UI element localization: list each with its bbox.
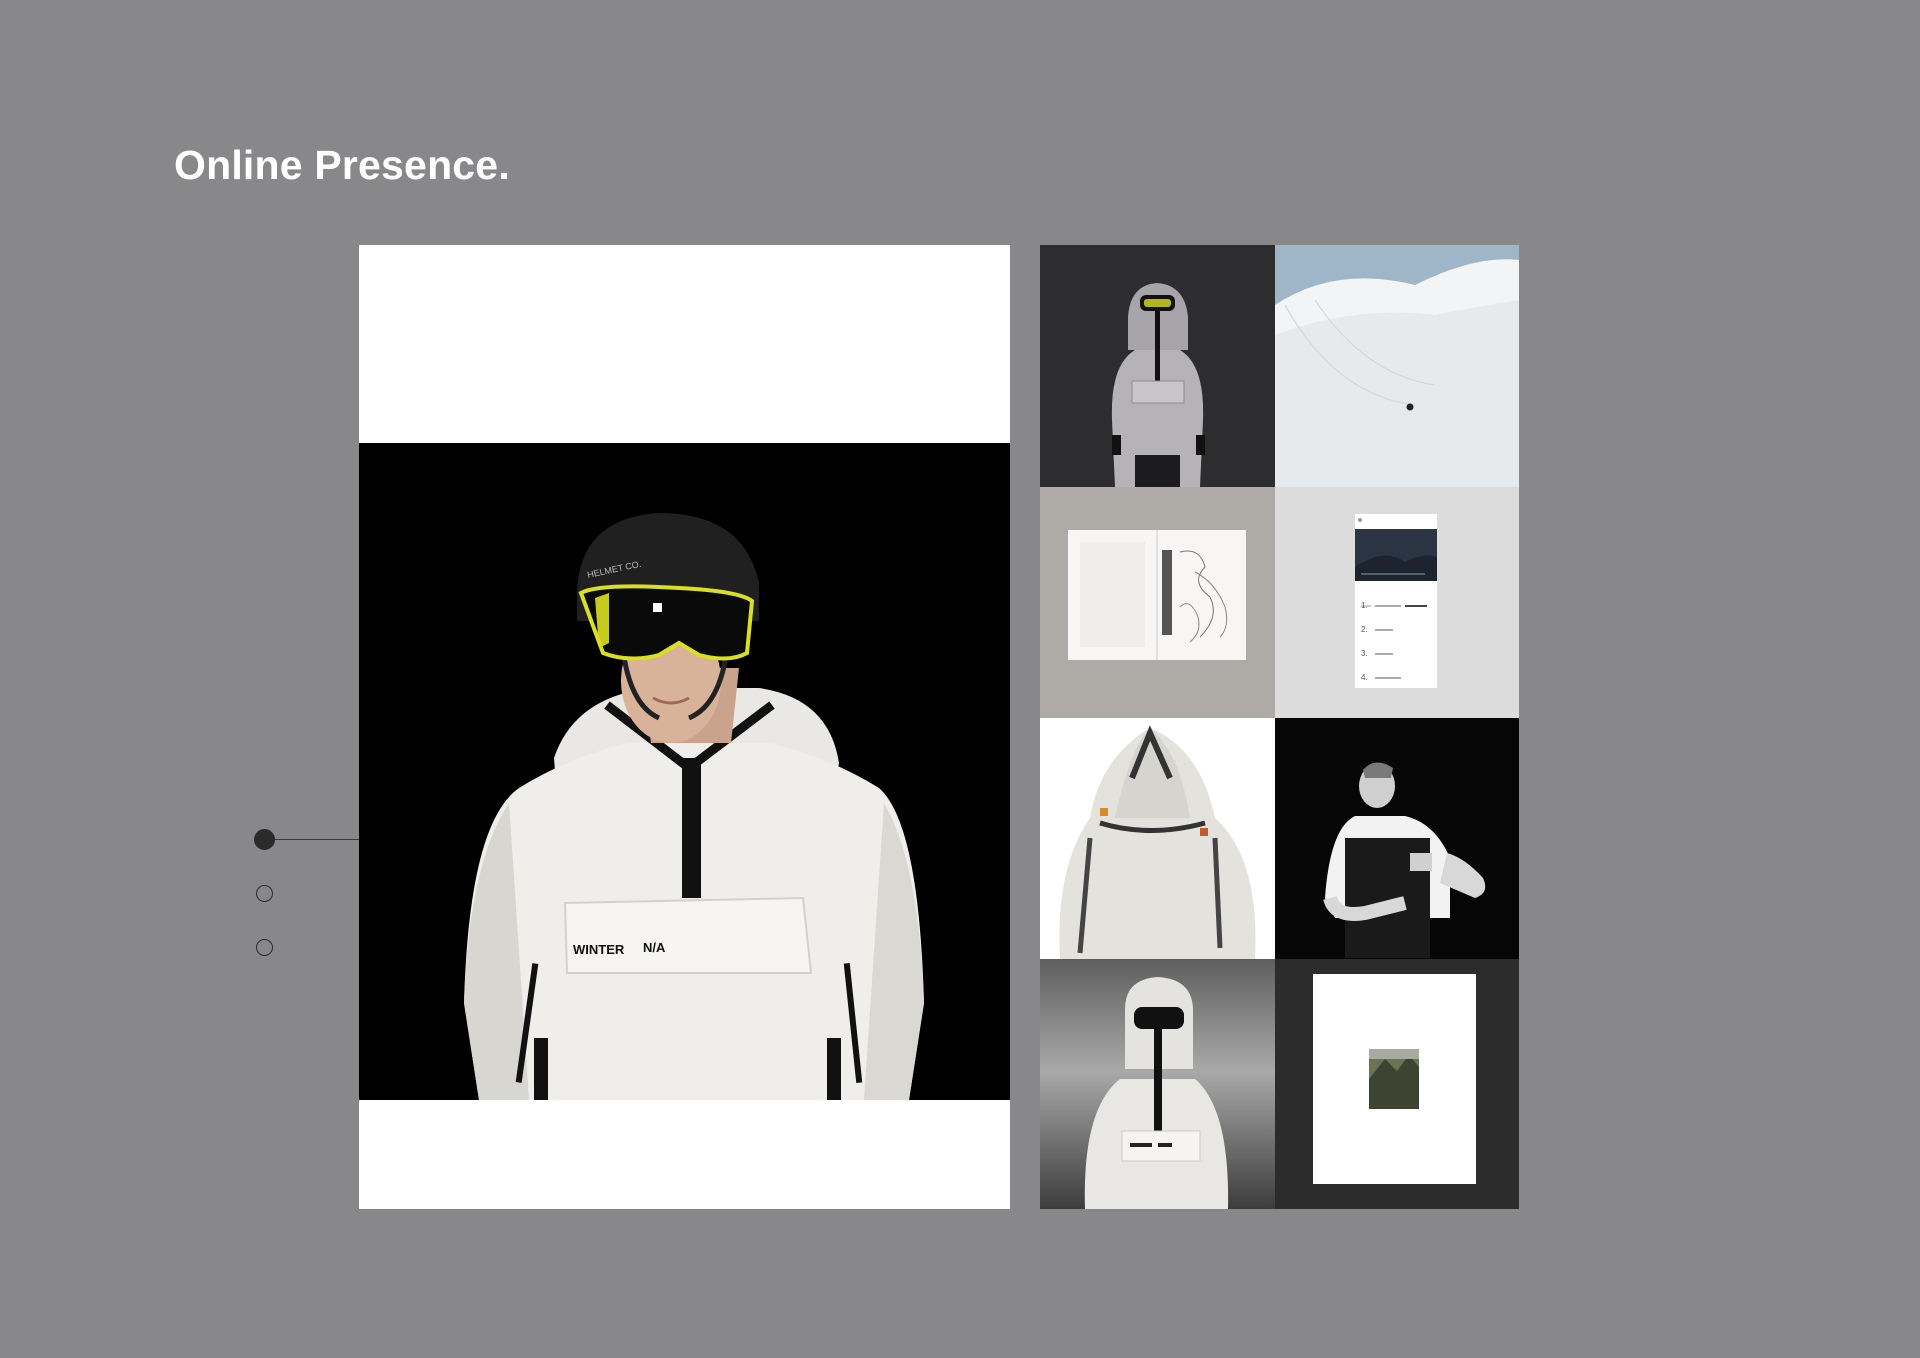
overalls-illustration (1323, 762, 1486, 958)
gallery-tile-snow-slope[interactable] (1275, 245, 1519, 487)
page-title: Online Presence. (174, 142, 510, 188)
hero-model-illustration: WINTER N/A HELMET CO. (464, 513, 924, 1100)
gallery-tile-phone-list-screen[interactable]: 1. 2. 3. 4. (1275, 487, 1519, 718)
phone-list-num-3: 3. (1361, 649, 1368, 658)
hood-back-illustration (1059, 725, 1256, 959)
gallery-tile-framed-mountain-print[interactable] (1275, 959, 1519, 1209)
gallery-tile-hood-back-view[interactable] (1040, 718, 1275, 959)
pagination-dot-1[interactable] (254, 829, 275, 850)
framed-print-illustration (1313, 974, 1476, 1184)
gallery-tile-man-adjusting-overalls[interactable] (1275, 718, 1519, 959)
grey-anorak-illustration (1111, 283, 1205, 487)
chest-code: N/A (643, 940, 666, 955)
gallery-tile-model-white-anorak-sky[interactable] (1040, 959, 1275, 1209)
hero-photo: WINTER N/A HELMET CO. (359, 443, 1010, 1100)
gallery-tile-sketchbook[interactable] (1040, 487, 1275, 718)
hero-card[interactable]: WINTER N/A HELMET CO. (359, 245, 1010, 1209)
chest-label: WINTER (573, 942, 625, 957)
sketchbook-illustration (1068, 530, 1246, 660)
pagination-dot-3[interactable] (256, 939, 273, 956)
phone-list-num-2: 2. (1361, 625, 1368, 634)
phone-list-num-1: 1. (1361, 601, 1368, 610)
pagination-dot-2[interactable] (256, 885, 273, 902)
white-anorak-sky-illustration (1040, 959, 1275, 1209)
gallery-tile-model-grey-anorak[interactable] (1040, 245, 1275, 487)
gallery-grid: 1. 2. 3. 4. (1040, 245, 1519, 1209)
snow-slope-illustration (1275, 245, 1519, 487)
pagination-connector-line (275, 839, 359, 840)
phone-screen-illustration: 1. 2. 3. 4. (1355, 514, 1437, 688)
phone-list-num-4: 4. (1361, 673, 1368, 682)
